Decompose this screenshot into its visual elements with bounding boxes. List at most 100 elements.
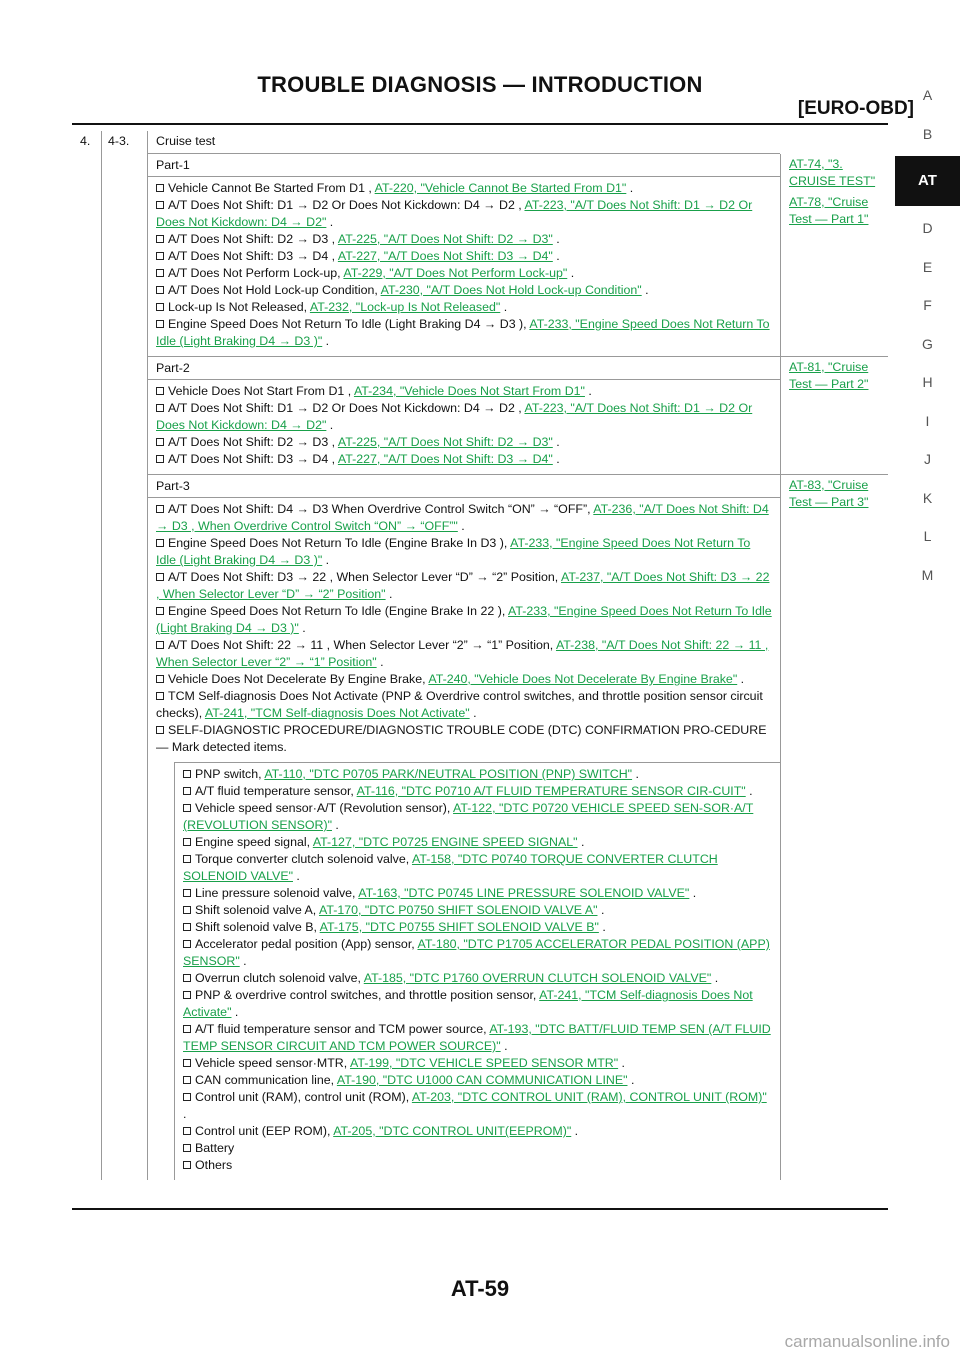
index-tab-d[interactable]: D (895, 209, 960, 248)
index-tab-k[interactable]: K (895, 479, 960, 518)
checkbox-icon[interactable] (156, 539, 164, 547)
item-text: A/T Does Not Hold Lock-up Condition, (168, 283, 381, 297)
checklist-item: A/T Does Not Shift: D3 → D4 , AT-227, "A… (156, 451, 772, 468)
reference-link[interactable]: AT-225, "A/T Does Not Shift: D2 → D3" (338, 232, 553, 246)
dtc-subsection: PNP switch, AT-110, "DTC P0705 PARK/NEUT… (174, 762, 780, 1180)
part-1: Part-1 Vehicle Cannot Be Started From D1 … (148, 154, 888, 357)
checkbox-icon[interactable] (156, 438, 164, 446)
reference-link[interactable]: AT-170, "DTC P0750 SHIFT SOLENOID VALVE … (319, 903, 598, 917)
index-tab-g[interactable]: G (895, 325, 960, 364)
index-tab-h[interactable]: H (895, 363, 960, 402)
item-text: PNP switch, (195, 767, 265, 781)
checkbox-icon[interactable] (183, 923, 191, 931)
reference-link[interactable]: AT-229, "A/T Does Not Perform Lock-up" (343, 266, 567, 280)
reference-link[interactable]: AT-227, "A/T Does Not Shift: D3 → D4" (338, 452, 553, 466)
item-tail: . (469, 706, 477, 720)
checkbox-icon[interactable] (156, 404, 164, 412)
index-tab-l[interactable]: L (895, 517, 960, 556)
checklist-item: A/T Does Not Shift: D3 → 22 , When Selec… (156, 569, 772, 603)
checkbox-icon[interactable] (183, 1059, 191, 1067)
checkbox-icon[interactable] (156, 607, 164, 615)
reference-link[interactable]: AT-225, "A/T Does Not Shift: D2 → D3" (338, 435, 553, 449)
reference-link[interactable]: AT-227, "A/T Does Not Shift: D3 → D4" (338, 249, 553, 263)
dtc-checklist-item: A/T fluid temperature sensor and TCM pow… (183, 1021, 772, 1055)
checkbox-icon[interactable] (156, 387, 164, 395)
index-tab-a[interactable]: A (895, 76, 960, 115)
checklist-item: TCM Self-diagnosis Does Not Activate (PN… (156, 688, 772, 722)
checkbox-icon[interactable] (183, 855, 191, 863)
checkbox-icon[interactable] (183, 889, 191, 897)
checkbox-icon[interactable] (183, 906, 191, 914)
checkbox-icon[interactable] (183, 940, 191, 948)
checkbox-icon[interactable] (183, 770, 191, 778)
reference-link[interactable]: AT-116, "DTC P0710 A/T FLUID TEMPERATURE… (357, 784, 746, 798)
checkbox-icon[interactable] (156, 692, 164, 700)
dtc-checklist-item: Others (183, 1157, 772, 1174)
reference-link[interactable]: AT-110, "DTC P0705 PARK/NEUTRAL POSITION… (264, 767, 632, 781)
reference-link[interactable]: AT-230, "A/T Does Not Hold Lock-up Condi… (381, 283, 642, 297)
checkbox-icon[interactable] (183, 1025, 191, 1033)
index-tab-j[interactable]: J (895, 440, 960, 479)
item-text: A/T Does Not Shift: D3 → D4 , (168, 249, 338, 263)
reference-link[interactable]: AT-78, "Cruise Test — Part 1" (789, 194, 888, 228)
item-tail: . (183, 1107, 187, 1121)
reference-link[interactable]: AT-234, "Vehicle Does Not Start From D1" (354, 384, 585, 398)
reference-link[interactable]: AT-241, "TCM Self-diagnosis Does Not Act… (205, 706, 470, 720)
reference-link[interactable]: AT-220, "Vehicle Cannot Be Started From … (375, 181, 627, 195)
index-tab-f[interactable]: F (895, 286, 960, 325)
index-tab-at[interactable]: AT (895, 156, 960, 206)
checkbox-icon[interactable] (156, 269, 164, 277)
checkbox-icon[interactable] (183, 1093, 191, 1101)
reference-link[interactable]: AT-190, "DTC U1000 CAN COMMUNICATION LIN… (337, 1073, 628, 1087)
checklist-item: A/T Does Not Shift: 22 → 11 , When Selec… (156, 637, 772, 671)
reference-link[interactable]: AT-175, "DTC P0755 SHIFT SOLENOID VALVE … (320, 920, 599, 934)
checkbox-icon[interactable] (183, 1144, 191, 1152)
checkbox-icon[interactable] (183, 787, 191, 795)
item-text: A/T Does Not Shift: D3 → D4 , (168, 452, 338, 466)
checkbox-icon[interactable] (156, 303, 164, 311)
checkbox-icon[interactable] (156, 726, 164, 734)
checkbox-icon[interactable] (156, 675, 164, 683)
checkbox-icon[interactable] (183, 838, 191, 846)
reference-link[interactable]: AT-83, "Cruise Test — Part 3" (789, 477, 888, 511)
checkbox-icon[interactable] (156, 235, 164, 243)
reference-link[interactable]: AT-240, "Vehicle Does Not Decelerate By … (428, 672, 737, 686)
reference-link[interactable]: AT-185, "DTC P1760 OVERRUN CLUTCH SOLENO… (364, 971, 712, 985)
checkbox-icon[interactable] (156, 252, 164, 260)
checklist-item: Lock-up Is Not Released, AT-232, "Lock-u… (156, 299, 772, 316)
reference-link[interactable]: AT-205, "DTC CONTROL UNIT(EEPROM)" (333, 1124, 571, 1138)
checkbox-icon[interactable] (156, 201, 164, 209)
checkbox-icon[interactable] (183, 1076, 191, 1084)
index-tab-e[interactable]: E (895, 248, 960, 287)
checklist-item: A/T Does Not Perform Lock-up, AT-229, "A… (156, 265, 772, 282)
part-3: Part-3 A/T Does Not Shift: D4 → D3 When O… (148, 475, 888, 1180)
index-tab-b[interactable]: B (895, 115, 960, 154)
item-tail: . (618, 1056, 625, 1070)
checkbox-icon[interactable] (183, 974, 191, 982)
checkbox-icon[interactable] (156, 641, 164, 649)
checkbox-icon[interactable] (183, 991, 191, 999)
reference-link[interactable]: AT-74, "3. CRUISE TEST" (789, 156, 888, 190)
index-tab-m[interactable]: M (895, 556, 960, 595)
checkbox-icon[interactable] (156, 573, 164, 581)
checkbox-icon[interactable] (156, 320, 164, 328)
reference-link[interactable]: AT-163, "DTC P0745 LINE PRESSURE SOLENOI… (358, 886, 689, 900)
reference-link[interactable]: AT-127, "DTC P0725 ENGINE SPEED SIGNAL" (313, 835, 578, 849)
reference-link[interactable]: AT-232, "Lock-up Is Not Released" (310, 300, 500, 314)
checkbox-icon[interactable] (183, 1127, 191, 1135)
reference-link[interactable]: AT-203, "DTC CONTROL UNIT (RAM), CONTROL… (412, 1090, 767, 1104)
dtc-checklist-item: Torque converter clutch solenoid valve, … (183, 851, 772, 885)
watermark: carmanualsonline.info (784, 1332, 950, 1351)
index-tab-i[interactable]: I (895, 402, 960, 441)
reference-link[interactable]: AT-81, "Cruise Test — Part 2" (789, 359, 888, 393)
item-text: Engine speed signal, (195, 835, 313, 849)
checkbox-icon[interactable] (183, 804, 191, 812)
item-text: A/T Does Not Shift: D4 → D3 When Overdri… (168, 502, 594, 516)
checkbox-icon[interactable] (156, 184, 164, 192)
checkbox-icon[interactable] (156, 505, 164, 513)
procedure-row: 4. 4-3. Cruise test Part-1 Vehicle Cannot… (72, 131, 888, 1180)
checkbox-icon[interactable] (183, 1161, 191, 1169)
checkbox-icon[interactable] (156, 455, 164, 463)
reference-link[interactable]: AT-199, "DTC VEHICLE SPEED SENSOR MTR" (350, 1056, 618, 1070)
checkbox-icon[interactable] (156, 286, 164, 294)
